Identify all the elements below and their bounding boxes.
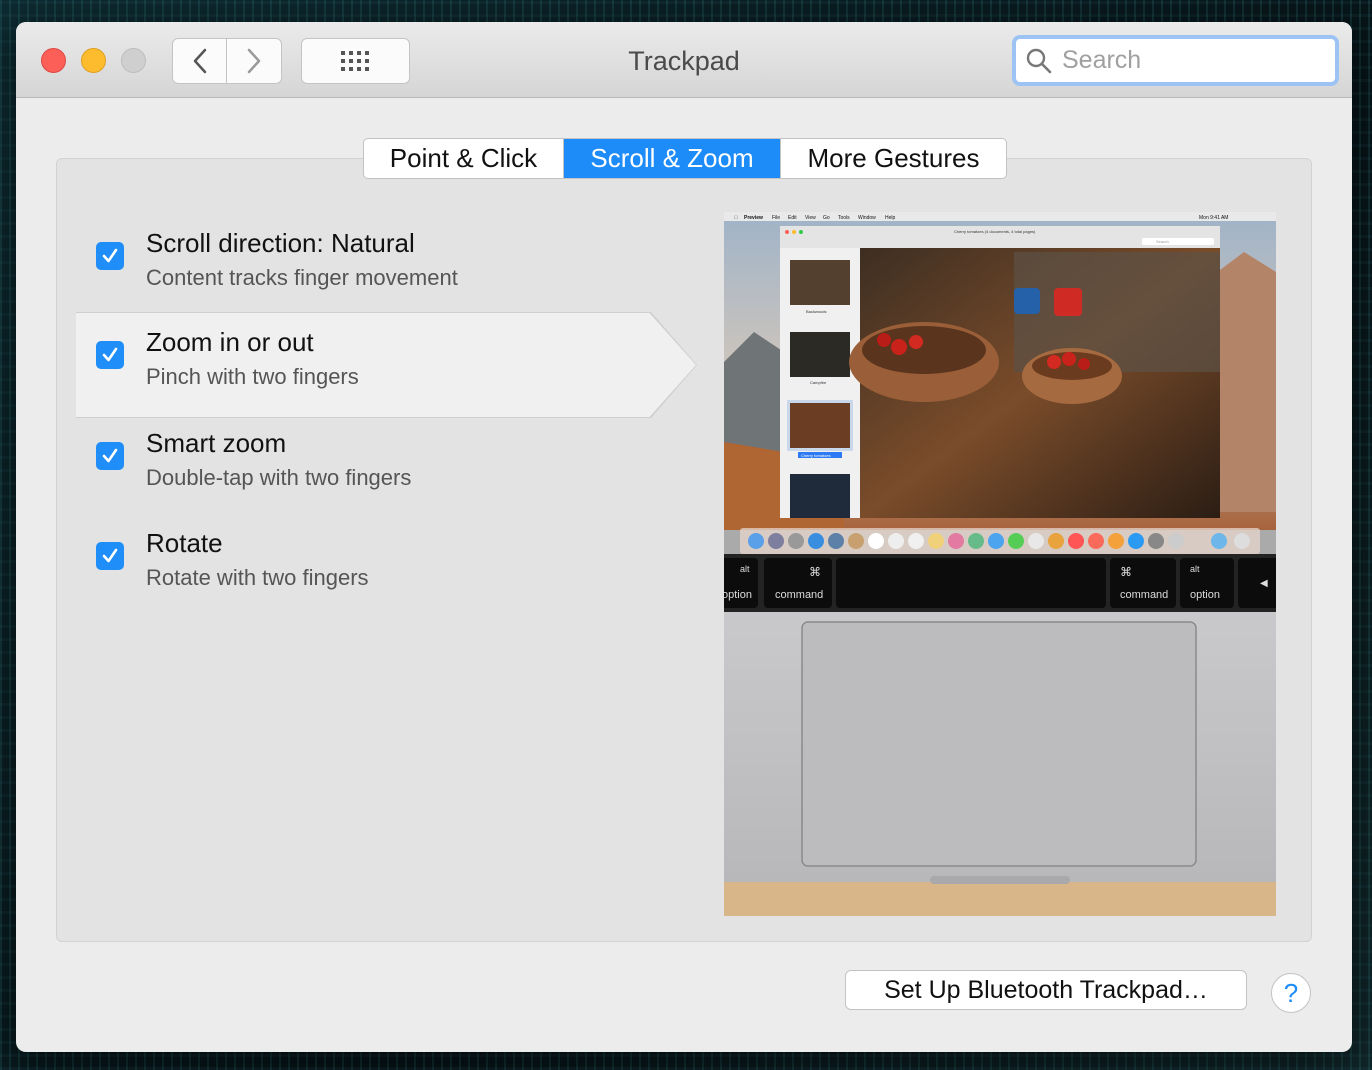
search-icon <box>1026 48 1052 73</box>
checkmark-icon <box>102 248 118 263</box>
option-title: Rotate <box>146 528 223 558</box>
preview-key-label: option <box>1190 589 1220 601</box>
title-bar: Trackpad Search <box>16 22 1352 98</box>
checkmark-icon <box>102 548 118 563</box>
preview-key-label: ⌘ <box>1120 565 1132 579</box>
option-title: Scroll direction: Natural <box>146 228 415 258</box>
preview-thumb-label: Campfire <box>810 380 827 385</box>
preview-menu-item: Tools <box>838 215 850 221</box>
preview-key-label: command <box>775 589 823 601</box>
preview-key-label: ⌘ <box>809 565 821 579</box>
trackpad-window: Trackpad Search Point & Click Scroll & Z… <box>16 22 1352 1052</box>
option-smart-zoom[interactable]: Smart zoom Double-tap with two fingers <box>76 414 696 518</box>
checkmark-icon <box>102 347 118 362</box>
search-field[interactable]: Search <box>1012 35 1339 86</box>
preview-illustration:  Preview File Edit View Go Tools Window… <box>724 212 1276 916</box>
option-subtitle: Rotate with two fingers <box>146 565 369 590</box>
preview-key-label: alt <box>1190 564 1200 574</box>
option-rotate[interactable]: Rotate Rotate with two fingers <box>76 514 696 618</box>
rotate-checkbox[interactable] <box>96 542 124 570</box>
scroll-direction-checkbox[interactable] <box>96 242 124 270</box>
preview-key-label: command <box>1120 589 1168 601</box>
checkmark-icon <box>102 448 118 463</box>
preview-search: Search <box>1156 239 1169 244</box>
preview-key-label: ◀ <box>1260 578 1268 589</box>
preview-key-label: option <box>724 589 752 601</box>
preview-menu-item: Window <box>858 215 876 221</box>
tab-point-click[interactable]: Point & Click <box>364 139 564 178</box>
preview-thumb-label: Cherry tomatoes <box>801 453 831 458</box>
preview-menu-item: File <box>772 215 780 221</box>
preview-clock: Mon 9:41 AM <box>1199 215 1228 221</box>
option-subtitle: Double-tap with two fingers <box>146 465 412 490</box>
tab-more-gestures[interactable]: More Gestures <box>781 139 1006 178</box>
tab-bar: Point & Click Scroll & Zoom More Gesture… <box>363 138 1007 179</box>
smart-zoom-checkbox[interactable] <box>96 442 124 470</box>
option-zoom[interactable]: Zoom in or out Pinch with two fingers <box>76 313 696 417</box>
preview-menu-item: Help <box>885 215 896 221</box>
option-subtitle: Pinch with two fingers <box>146 364 359 389</box>
preview-doc-title: Cherry tomatoes (4 documents, 4 total pa… <box>954 229 1036 234</box>
preview-menu-app: Preview <box>744 215 763 221</box>
preview-menu-item: View <box>805 215 816 221</box>
preview-menu-item: Edit <box>788 215 797 221</box>
tab-scroll-zoom[interactable]: Scroll & Zoom <box>564 139 781 178</box>
option-scroll-direction[interactable]: Scroll direction: Natural Content tracks… <box>76 214 696 318</box>
help-button[interactable]: ? <box>1271 973 1311 1013</box>
gesture-preview:  Preview File Edit View Go Tools Window… <box>724 212 1276 916</box>
zoom-checkbox[interactable] <box>96 341 124 369</box>
preview-menu-item: Go <box>823 215 830 221</box>
search-placeholder: Search <box>1062 46 1142 74</box>
setup-bluetooth-trackpad-button[interactable]: Set Up Bluetooth Trackpad… <box>845 970 1247 1010</box>
trackpad-surface <box>801 621 1197 867</box>
option-subtitle: Content tracks finger movement <box>146 265 458 290</box>
option-title: Zoom in or out <box>146 327 314 357</box>
preview-key-label: alt <box>740 564 750 574</box>
svg-text::  <box>734 215 738 221</box>
option-title: Smart zoom <box>146 428 287 458</box>
preview-thumb-label: Backwoods <box>806 309 826 314</box>
